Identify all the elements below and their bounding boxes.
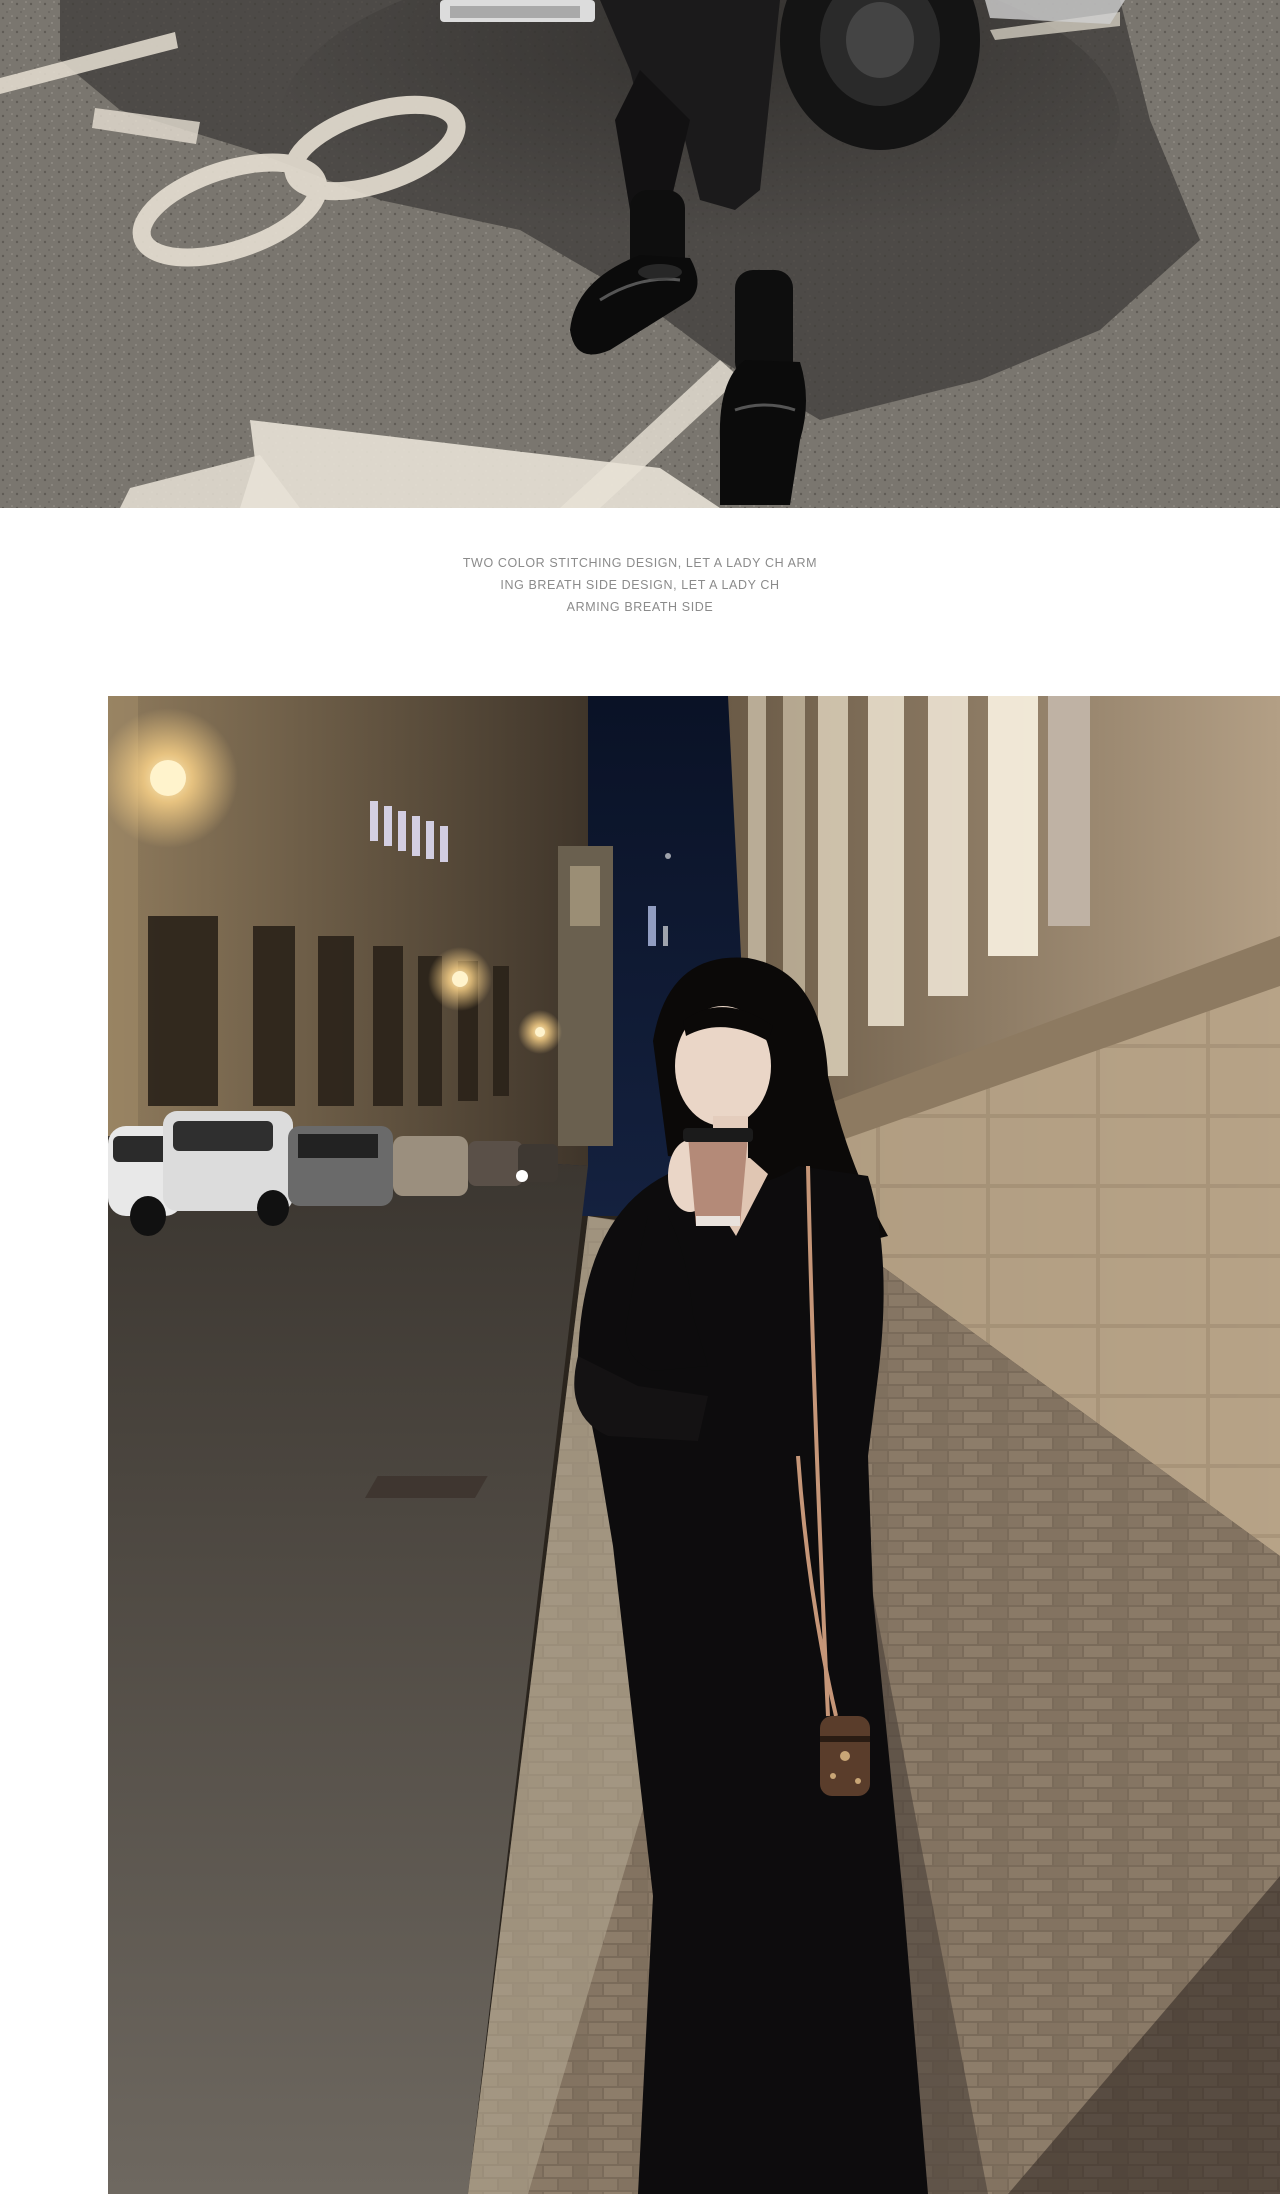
caption-line-2: ING BREATH SIDE DESIGN, LET A LADY CH [500, 578, 780, 592]
caption-line-1: TWO COLOR STITCHING DESIGN, LET A LADY C… [462, 556, 818, 570]
caption-line-3: ARMING BREATH SIDE [566, 600, 714, 614]
handbag [820, 1716, 870, 1796]
photo-night-street-model [108, 696, 1280, 2194]
product-caption: TWO COLOR STITCHING DESIGN, LET A LADY C… [0, 552, 1280, 618]
photo-parking-lot-shoes [0, 0, 1280, 508]
